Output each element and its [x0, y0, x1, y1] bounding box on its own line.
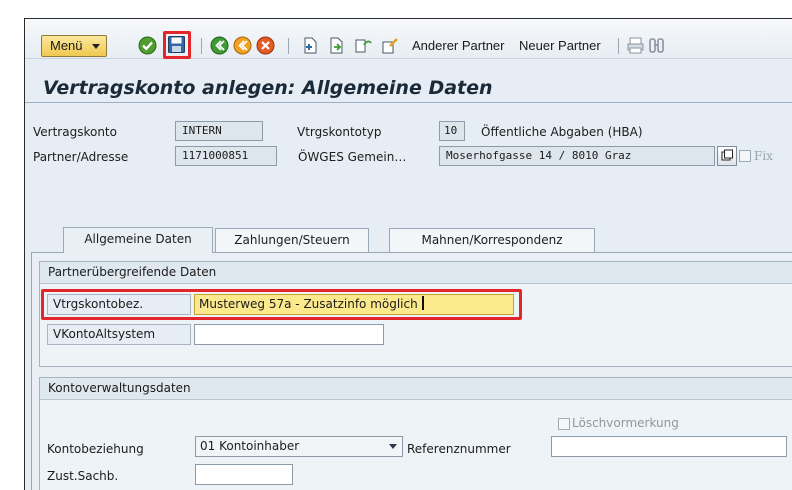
menu-button-label: Menü — [50, 38, 83, 53]
reference-number-label: Referenznummer — [407, 442, 511, 456]
back-icon[interactable] — [210, 36, 229, 55]
toolbar-separator — [618, 38, 619, 54]
toolbar-separator — [288, 38, 289, 54]
clerk-input[interactable] — [195, 464, 293, 485]
tab-general-data[interactable]: Allgemeine Daten — [63, 227, 213, 253]
toolbar-separator — [201, 38, 202, 54]
tab-dunning-correspondence[interactable]: Mahnen/Korrespondenz — [389, 228, 595, 252]
account-management-group: Kontoverwaltungsdaten — [39, 377, 792, 490]
partner-name-text: ÖWGES Gemein… — [298, 150, 407, 164]
menu-button[interactable]: Menü — [41, 35, 107, 57]
change-icon[interactable] — [381, 36, 400, 55]
account-type-text: Öffentliche Abgaben (HBA) — [481, 125, 643, 139]
description-highlight-frame — [41, 289, 522, 320]
address-field[interactable]: Moserhofgasse 14 / 8010 Graz — [439, 146, 715, 166]
print-icon[interactable] — [626, 36, 645, 55]
sap-window: Menü Anderer Partner Neuer Partner Vertr… — [24, 18, 792, 490]
chevron-down-icon[interactable] — [389, 444, 397, 449]
legacy-account-label: VKontoAltsystem — [47, 324, 191, 345]
partner-address-label: Partner/Adresse — [33, 150, 129, 164]
save-highlight-frame — [163, 31, 191, 59]
window-icon — [721, 149, 733, 161]
group-title: Kontoverwaltungsdaten — [40, 378, 792, 400]
address-detail-button[interactable] — [717, 146, 737, 166]
check-icon[interactable] — [138, 36, 157, 55]
fix-checkbox[interactable] — [739, 150, 751, 162]
new-partner-button[interactable]: Neuer Partner — [519, 38, 601, 53]
tab-payments-taxes[interactable]: Zahlungen/Steuern — [215, 228, 369, 252]
contract-account-label: Vertragskonto — [33, 125, 117, 139]
account-type-code-field[interactable]: 10 — [439, 121, 465, 141]
application-toolbar: Menü Anderer Partner Neuer Partner — [25, 19, 792, 59]
create-icon[interactable] — [301, 36, 320, 55]
relationship-label: Kontobeziehung — [47, 442, 144, 456]
cancel-icon[interactable] — [256, 36, 275, 55]
legacy-account-input[interactable] — [194, 324, 384, 345]
partner-number-field[interactable]: 1171000851 — [175, 146, 277, 166]
copy-icon[interactable] — [327, 36, 346, 55]
chevron-down-icon — [92, 44, 100, 49]
title-divider — [25, 102, 792, 103]
exit-icon[interactable] — [233, 36, 252, 55]
fix-label: Fix — [754, 149, 773, 163]
account-type-label: Vtrgskontotyp — [297, 125, 382, 139]
deletion-flag-label: Löschvormerkung — [572, 416, 679, 430]
page-title: Vertragskonto anlegen: Allgemeine Daten — [43, 77, 493, 99]
contract-account-field[interactable]: INTERN — [175, 121, 263, 141]
display-icon[interactable] — [354, 36, 373, 55]
relationship-value: 01 Kontoinhaber — [200, 439, 300, 453]
find-icon[interactable] — [647, 36, 666, 55]
deletion-flag-checkbox[interactable] — [558, 418, 570, 430]
relationship-select[interactable]: 01 Kontoinhaber — [195, 436, 403, 457]
other-partner-button[interactable]: Anderer Partner — [412, 38, 505, 53]
reference-number-input[interactable] — [551, 436, 787, 457]
clerk-label: Zust.Sachb. — [47, 469, 119, 483]
group-title: Partnerübergreifende Daten — [40, 262, 792, 284]
